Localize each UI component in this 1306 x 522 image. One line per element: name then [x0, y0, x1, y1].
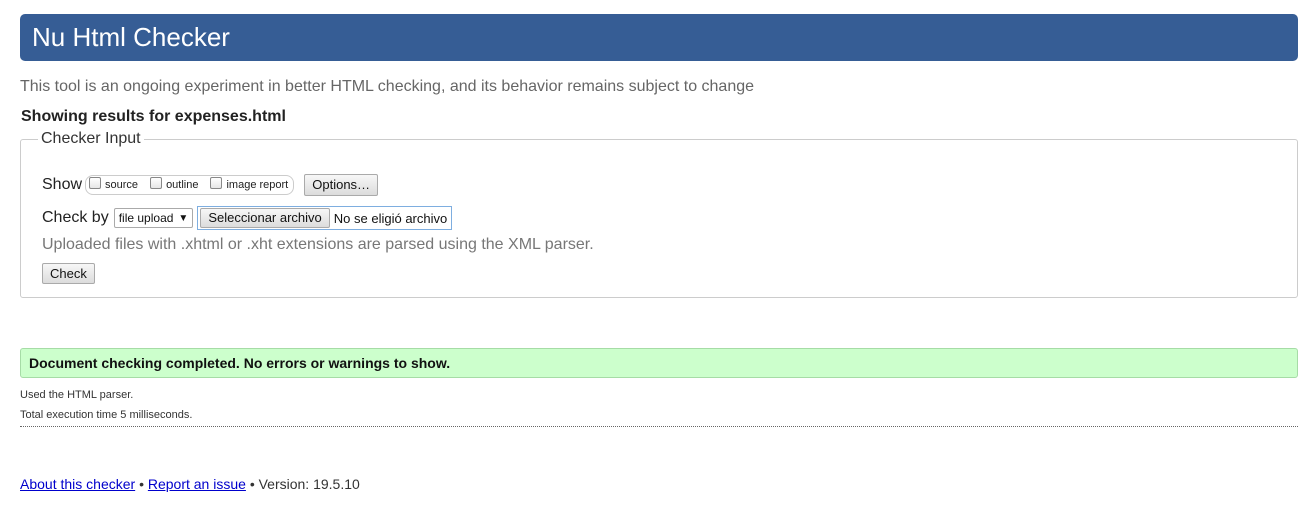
footer-bullet: • — [139, 476, 144, 492]
dotted-divider — [20, 426, 1298, 427]
dropdown-arrow-icon: ▼ — [178, 212, 189, 224]
file-upload-input[interactable]: Seleccionar archivo No se eligió archivo — [197, 206, 453, 230]
version-text: Version: 19.5.10 — [258, 476, 360, 492]
check-by-selected-value: file upload — [118, 211, 174, 225]
show-label: Show — [42, 176, 83, 193]
report-issue-link[interactable]: Report an issue — [148, 476, 246, 492]
check-by-label: Check by — [42, 209, 109, 226]
file-status-text: No se eligió archivo — [333, 210, 448, 226]
checker-input-fieldset: Checker Input Show source outline image … — [20, 130, 1298, 298]
execution-time: Total execution time 5 milliseconds. — [20, 409, 193, 421]
outline-checkbox[interactable] — [150, 177, 163, 189]
page-title: Nu Html Checker — [32, 22, 230, 52]
checker-input-legend: Checker Input — [38, 130, 144, 148]
parser-info: Used the HTML parser. — [20, 389, 134, 401]
image-report-checkbox[interactable] — [210, 177, 223, 189]
check-by-row: Check by file upload ▼ Seleccionar archi… — [42, 206, 453, 230]
results-for-heading: Showing results for expenses.html — [21, 108, 286, 125]
show-row: Show source outline image report Options… — [42, 174, 379, 196]
outline-option-label[interactable]: outline — [166, 179, 198, 191]
footer-bullet: • — [249, 476, 255, 492]
source-checkbox[interactable] — [89, 177, 102, 189]
intro-text: This tool is an ongoing experiment in be… — [20, 78, 755, 95]
footer: About this checker • Report an issue • V… — [20, 476, 360, 492]
success-message: Document checking completed. No errors o… — [20, 348, 1298, 378]
check-by-select[interactable]: file upload ▼ — [113, 208, 194, 228]
about-checker-link[interactable]: About this checker — [20, 476, 135, 492]
result-details: Used the HTML parser. Total execution ti… — [20, 385, 192, 425]
xml-parser-hint: Uploaded files with .xhtml or .xht exten… — [42, 236, 594, 253]
source-option-label[interactable]: source — [105, 179, 138, 191]
choose-file-button[interactable]: Seleccionar archivo — [200, 208, 330, 228]
image-report-option-label[interactable]: image report — [226, 179, 288, 191]
page-header: Nu Html Checker — [20, 14, 1298, 61]
check-button[interactable]: Check — [42, 263, 95, 284]
show-options-group: source outline image report — [85, 175, 295, 195]
options-button[interactable]: Options… — [304, 174, 379, 196]
